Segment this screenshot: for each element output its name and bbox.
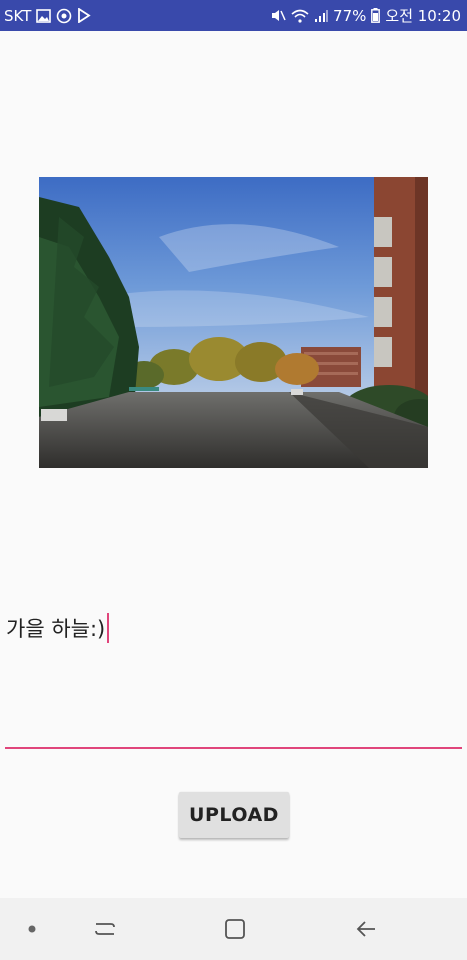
upload-button[interactable]: UPLOAD — [179, 792, 289, 838]
dot-icon[interactable] — [17, 914, 47, 944]
signal-icon — [314, 9, 329, 23]
autumn-sky-photo — [39, 177, 428, 468]
back-icon[interactable] — [351, 914, 381, 944]
recent-apps-icon[interactable] — [90, 914, 120, 944]
mute-icon — [270, 8, 286, 23]
caption-input[interactable]: 가을 하늘:) — [5, 611, 462, 749]
carrier-label: SKT — [4, 6, 32, 25]
clock: 오전 10:20 — [385, 7, 461, 25]
main-content: 가을 하늘:) UPLOAD — [0, 31, 467, 898]
image-notification-icon — [36, 8, 52, 23]
status-left: SKT — [4, 6, 92, 25]
wifi-icon — [291, 9, 309, 23]
home-icon[interactable] — [220, 914, 250, 944]
caption-input-value-wrap: 가을 하늘:) — [6, 613, 110, 643]
text-cursor — [107, 613, 110, 643]
sync-notification-icon — [56, 8, 72, 24]
status-bar: SKT 77% 오전 10:20 — [0, 0, 467, 31]
play-notification-icon — [77, 8, 92, 23]
battery-percent: 77% — [333, 6, 367, 25]
caption-input-value: 가을 하늘:) — [6, 617, 106, 641]
navigation-bar — [0, 898, 467, 960]
status-right: 77% 오전 10:20 — [270, 5, 461, 26]
battery-icon — [371, 8, 381, 23]
